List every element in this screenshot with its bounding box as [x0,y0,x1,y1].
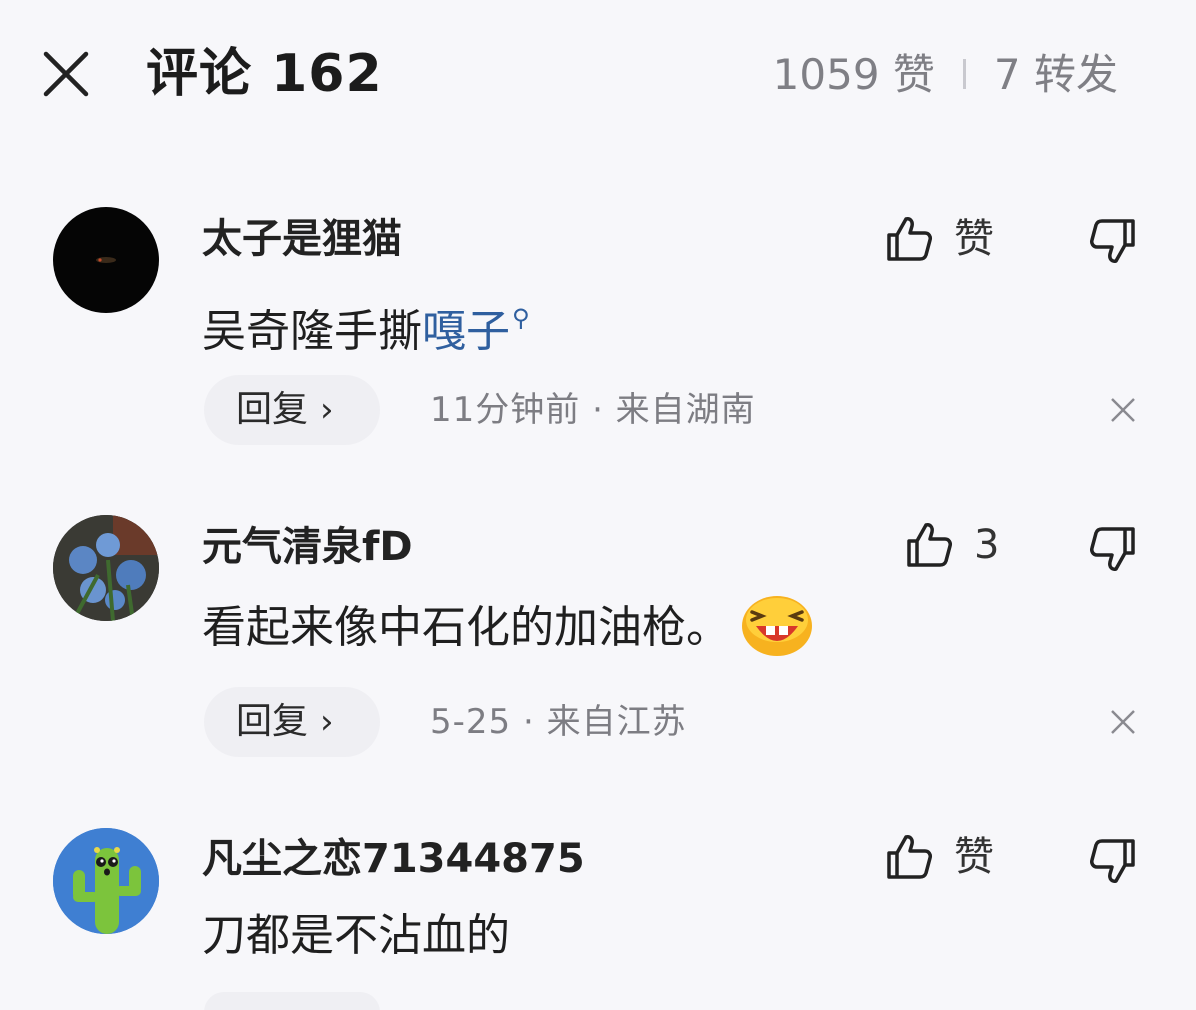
like-label: 赞 [954,216,994,262]
dislike-button[interactable] [1088,524,1138,574]
like-count: 3 [974,522,1000,568]
search-icon[interactable]: ⚲ [512,304,530,332]
close-button[interactable] [40,48,92,100]
dislike-button[interactable] [1088,216,1138,266]
like-button[interactable]: 赞 [884,832,994,882]
dismiss-button[interactable] [1106,393,1140,427]
thumbs-down-icon [1090,839,1135,883]
comment-search-link[interactable]: 嘎子 [422,306,510,357]
comment-username[interactable]: 凡尘之恋71344875 [202,834,585,884]
comment-content: 刀都是不沾血的 [202,908,510,964]
avatar-image [96,257,116,263]
thumbs-up-icon [887,217,932,261]
header-stats: 1059 赞 7 转发 [773,48,1118,102]
dismiss-button[interactable] [1106,705,1140,739]
comment-username[interactable]: 元气清泉fD [202,522,413,572]
comments-panel: 评论 162 1059 赞 7 转发 太子是狸猫 吴奇隆手撕嘎子⚲ 赞 回复 › … [0,0,1196,1010]
thumbs-down-icon [1090,527,1135,571]
likes-count: 1059 赞 [772,50,935,99]
like-button[interactable]: 赞 [884,214,994,264]
thumbs-up-icon [907,523,952,567]
comment-username[interactable]: 太子是狸猫 [202,214,402,264]
comment-text: 看起来像中石化的加油枪。 [202,602,730,653]
avatar-image [53,515,159,621]
comment-meta: 11分钟前 · 来自湖南 [430,390,756,430]
avatar[interactable] [53,207,159,313]
shares-count[interactable]: 7 转发 [994,50,1118,99]
thumbs-down-icon [1090,219,1135,263]
like-button[interactable]: 3 [904,520,999,570]
laughing-emoji-icon [742,596,812,656]
page-title: 评论 162 [146,44,383,104]
dismiss-icon [1111,710,1135,734]
chevron-right-icon: › [320,702,334,742]
close-icon [43,51,89,97]
comment-meta: 5-25 · 来自江苏 [430,702,687,742]
comments-header: 评论 162 1059 赞 7 转发 [0,0,1196,150]
dismiss-icon [1111,398,1135,422]
comment-text: 吴奇隆手撕 [202,306,422,357]
thumbs-up-icon [887,835,932,879]
reply-label: 回复 [236,389,309,430]
comment-content: 吴奇隆手撕嘎子⚲ [202,290,530,360]
avatar[interactable] [53,515,159,621]
dislike-button[interactable] [1088,836,1138,886]
comment-text: 刀都是不沾血的 [202,910,510,961]
reply-button[interactable]: 回复 › [204,687,380,757]
chevron-right-icon: › [320,390,334,430]
stats-divider [962,58,966,89]
reply-button-partial[interactable] [204,992,380,1010]
reply-button[interactable]: 回复 › [204,375,380,445]
avatar[interactable] [53,828,159,934]
comment-content: 看起来像中石化的加油枪。 [202,596,814,662]
reply-label: 回复 [236,701,309,742]
avatar-image [53,828,159,934]
like-label: 赞 [954,834,994,880]
